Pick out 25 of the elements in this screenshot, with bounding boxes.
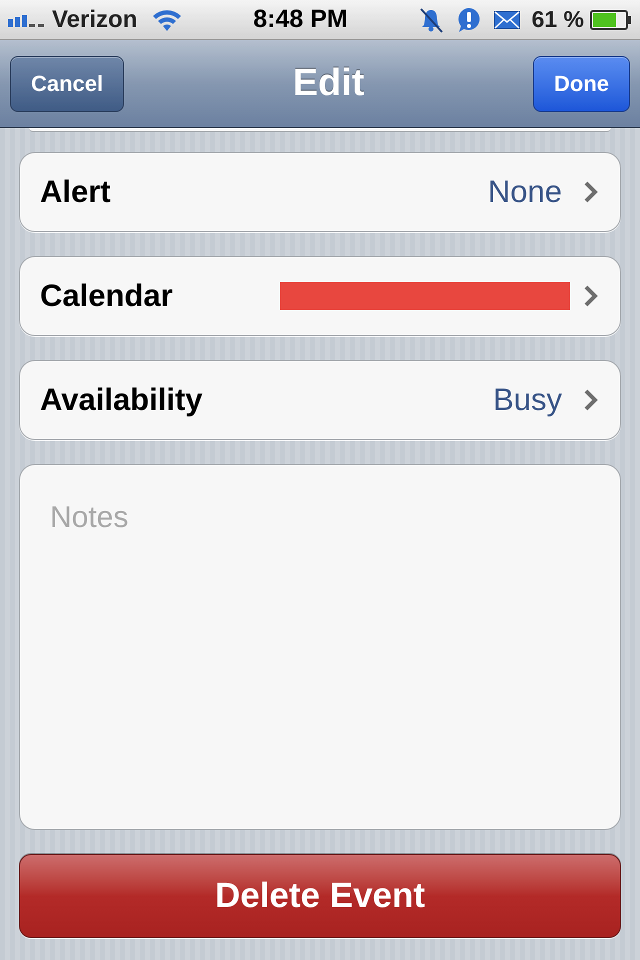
- chevron-right-icon: [584, 285, 598, 307]
- done-button[interactable]: Done: [533, 56, 630, 112]
- row-value: None: [488, 172, 562, 211]
- list-row[interactable]: Availability Busy: [19, 360, 621, 440]
- chevron-right-icon: [584, 389, 598, 411]
- signal-bars-icon: [8, 12, 46, 26]
- list-row[interactable]: Alert None: [19, 152, 621, 232]
- wifi-icon: [151, 8, 184, 32]
- row-label: Calendar: [40, 276, 173, 315]
- row-value: Busy: [493, 380, 562, 419]
- row-label: Alert: [40, 172, 111, 211]
- muted-bell-icon: [418, 6, 444, 32]
- list-row[interactable]: Calendar: [19, 256, 621, 336]
- battery-icon: [590, 10, 632, 30]
- nav-title: Edit: [292, 61, 364, 106]
- carrier-name: Verizon: [52, 4, 138, 34]
- status-time: 8:48 PM: [253, 4, 348, 35]
- delete-event-button[interactable]: Delete Event: [19, 854, 621, 938]
- exclamation-bubble-icon: [456, 6, 482, 32]
- chevron-right-icon: [584, 181, 598, 203]
- row-label: Availability: [40, 380, 203, 419]
- cancel-button[interactable]: Cancel: [10, 56, 124, 112]
- mail-icon: [494, 10, 520, 28]
- notes-placeholder: Notes: [50, 501, 128, 534]
- battery-percent: 61 %: [532, 5, 584, 34]
